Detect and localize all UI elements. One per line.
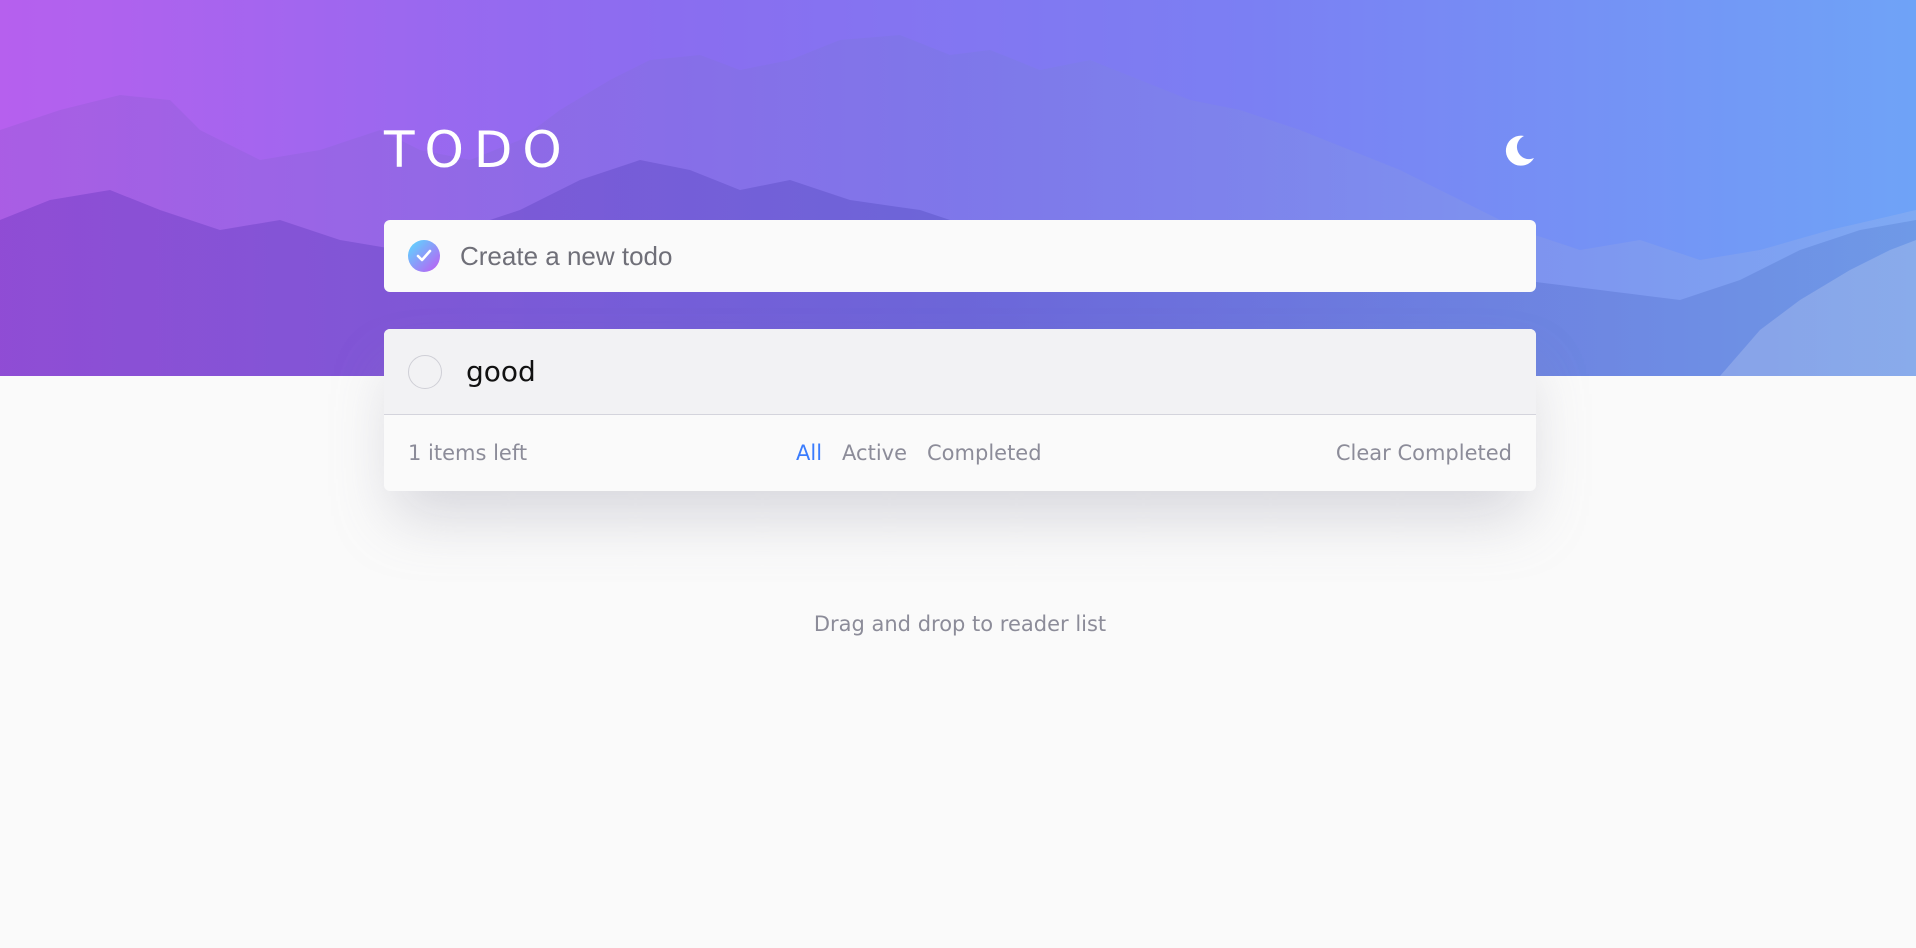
filter-group: All Active Completed (796, 441, 1042, 465)
filter-completed[interactable]: Completed (927, 441, 1042, 465)
items-left-count: 1 items left (408, 441, 528, 465)
filter-active[interactable]: Active (842, 441, 907, 465)
list-item[interactable]: good (384, 329, 1536, 415)
mountain-image (0, 35, 1916, 376)
moon-icon (1505, 135, 1534, 166)
todo-checkbox[interactable] (408, 354, 442, 389)
new-todo-bar (384, 220, 1536, 292)
header-background (0, 0, 1916, 376)
new-todo-input[interactable] (458, 239, 1458, 273)
clear-completed-button[interactable]: Clear Completed (1336, 441, 1512, 465)
page-title: TODO (384, 121, 572, 179)
todo-list: good 1 items left All Active Completed C… (384, 329, 1536, 491)
todo-text: good (466, 355, 536, 388)
filter-all[interactable]: All (796, 441, 822, 465)
drag-hint: Drag and drop to reader list (813, 612, 1107, 636)
theme-toggle-button[interactable] (1502, 134, 1536, 168)
list-footer: 1 items left All Active Completed Clear … (384, 415, 1536, 491)
check-icon (408, 240, 440, 272)
